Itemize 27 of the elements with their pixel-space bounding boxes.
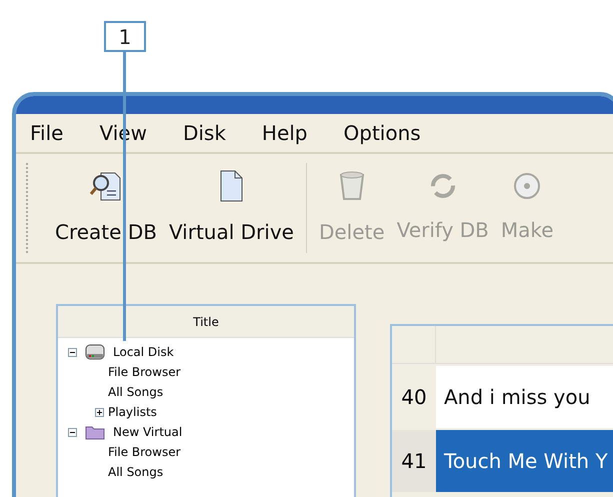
table-row[interactable]: 41 Touch Me With Y <box>392 430 613 492</box>
tree-item[interactable]: All Songs <box>108 462 164 482</box>
column-header: Title <box>58 306 354 338</box>
table-row[interactable]: 40 And i miss you <box>392 366 613 428</box>
row-number: 40 <box>400 384 428 411</box>
tree-item[interactable]: Playlists <box>108 402 157 422</box>
tree-item[interactable]: File Browser <box>108 442 181 462</box>
collapse-icon[interactable] <box>68 428 77 436</box>
row-number: 41 <box>392 430 436 492</box>
toolbar-button[interactable]: Create DB <box>49 169 163 247</box>
callout-number: 1 <box>118 24 132 50</box>
toolbar-button[interactable]: Virtual Drive <box>162 169 300 247</box>
tree-item[interactable]: New Virtual <box>113 422 182 442</box>
menu-item[interactable]: File <box>30 118 64 148</box>
tree-item[interactable]: File Browser <box>108 362 181 382</box>
table-cell: Touch Me With Y <box>436 430 613 492</box>
menu-item[interactable]: Disk <box>182 118 226 148</box>
collapse-icon[interactable] <box>68 348 77 356</box>
hard-drive-icon <box>85 344 105 360</box>
expand-icon[interactable] <box>95 408 104 416</box>
tree-item[interactable]: All Songs <box>108 382 164 402</box>
tree-item[interactable]: Local Disk <box>113 342 174 362</box>
table-cell: And i miss you <box>436 366 613 428</box>
menu-item[interactable]: Help <box>262 118 308 148</box>
folder-icon <box>85 424 105 440</box>
menu-item[interactable]: Options <box>344 118 421 148</box>
disc-icon <box>512 171 542 201</box>
